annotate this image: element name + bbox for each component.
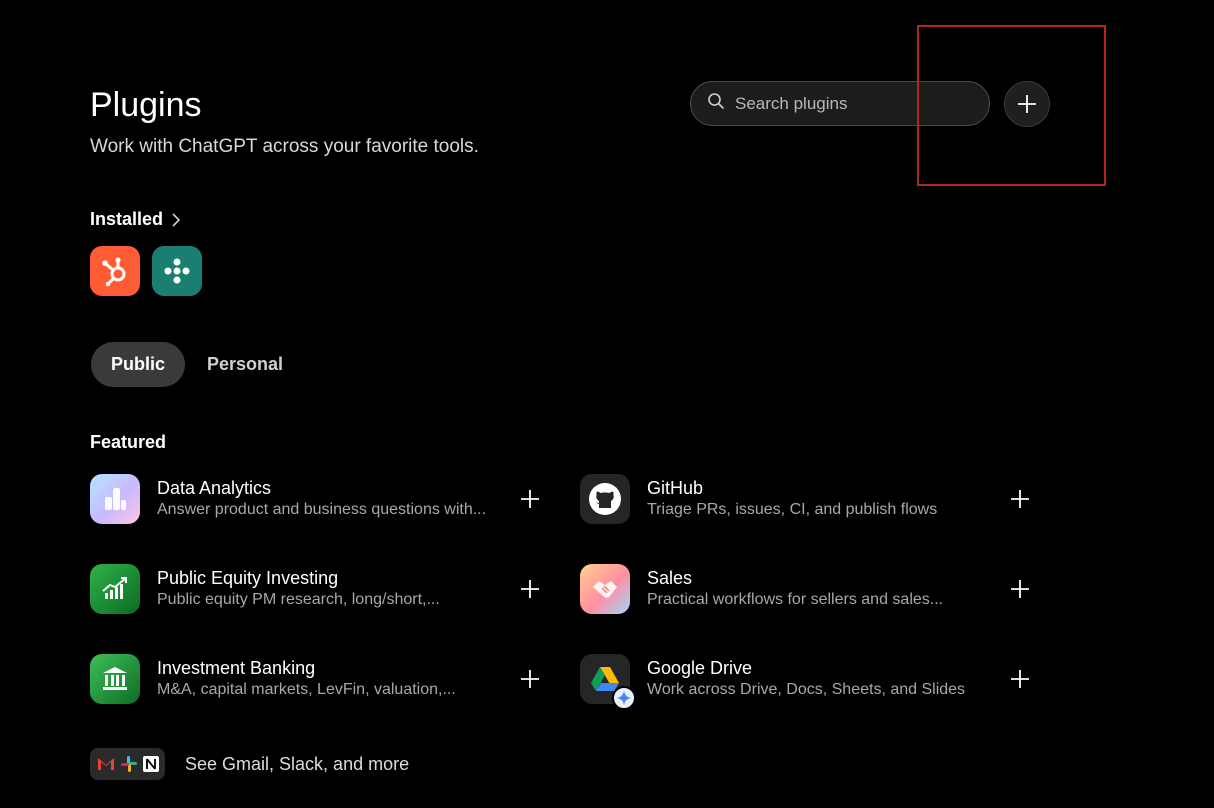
add-plugin-plus-button[interactable]: [1006, 575, 1034, 603]
data-analytics-icon: [90, 474, 140, 524]
see-more-link[interactable]: See Gmail, Slack, and more: [90, 748, 409, 780]
highlight-box: [917, 25, 1106, 186]
page-subtitle: Work with ChatGPT across your favorite t…: [90, 136, 479, 157]
add-plugin-plus-button[interactable]: [1006, 485, 1034, 513]
notion-icon: [142, 756, 159, 772]
app-icons-stack: [90, 748, 165, 780]
plus-icon: [521, 670, 539, 688]
sparkle-icon: [612, 686, 636, 710]
bank-icon: [90, 654, 140, 704]
tab-personal[interactable]: Personal: [187, 342, 303, 387]
add-plugin-plus-button[interactable]: [516, 485, 544, 513]
plugin-name: Investment Banking: [157, 658, 316, 678]
plugin-public-equity-investing[interactable]: Public Equity Investing Public equity PM…: [90, 561, 550, 617]
plugin-name: Public Equity Investing: [157, 568, 339, 588]
plus-icon: [1011, 670, 1029, 688]
connector-icon[interactable]: [152, 246, 202, 296]
plugin-desc: Work across Drive, Docs, Sheets, and Sli…: [647, 681, 966, 698]
plugin-desc: Public equity PM research, long/short,..…: [157, 591, 440, 608]
plugin-name: Sales: [647, 568, 693, 588]
installed-link[interactable]: Installed: [90, 209, 181, 230]
plugin-desc: Practical workflows for sellers and sale…: [647, 591, 944, 608]
hubspot-icon[interactable]: [90, 246, 140, 296]
plugin-investment-banking[interactable]: Investment Banking M&A, capital markets,…: [90, 651, 550, 707]
plugin-name: Google Drive: [647, 658, 753, 678]
plus-icon: [1011, 580, 1029, 598]
github-icon: [580, 474, 630, 524]
handshake-icon: [580, 564, 630, 614]
installed-apps: [90, 246, 202, 296]
plus-icon: [1011, 490, 1029, 508]
plugin-google-drive[interactable]: Google Drive Work across Drive, Docs, Sh…: [580, 651, 1040, 710]
featured-heading: Featured: [90, 432, 167, 452]
chevron-right-icon: [172, 212, 181, 227]
add-plugin-plus-button[interactable]: [1006, 665, 1034, 693]
plugin-sales[interactable]: Sales Practical workflows for sellers an…: [580, 561, 1040, 617]
plugin-desc: Answer product and business questions wi…: [157, 501, 487, 518]
slack-icon: [120, 756, 137, 772]
gmail-icon: [97, 758, 114, 770]
plugin-name: GitHub: [647, 478, 704, 498]
page-title: Plugins: [90, 86, 202, 124]
search-icon: [707, 92, 725, 115]
add-plugin-plus-button[interactable]: [516, 665, 544, 693]
plugin-github[interactable]: GitHub Triage PRs, issues, CI, and publi…: [580, 471, 1040, 527]
visibility-tabs: Public Personal: [91, 342, 303, 387]
plus-icon: [521, 580, 539, 598]
stock-chart-icon: [90, 564, 140, 614]
plugins-page: Plugins Work with ChatGPT across your fa…: [0, 0, 1214, 808]
google-drive-icon: [580, 654, 636, 710]
plugin-desc: M&A, capital markets, LevFin, valuation,…: [157, 681, 456, 698]
plugin-name: Data Analytics: [157, 478, 272, 498]
plus-icon: [521, 490, 539, 508]
add-plugin-plus-button[interactable]: [516, 575, 544, 603]
tab-public[interactable]: Public: [91, 342, 186, 387]
installed-label: Installed: [90, 209, 164, 229]
see-more-label: See Gmail, Slack, and more: [185, 753, 410, 774]
plugin-desc: Triage PRs, issues, CI, and publish flow…: [647, 501, 938, 518]
plugin-data-analytics[interactable]: Data Analytics Answer product and busine…: [90, 471, 550, 527]
